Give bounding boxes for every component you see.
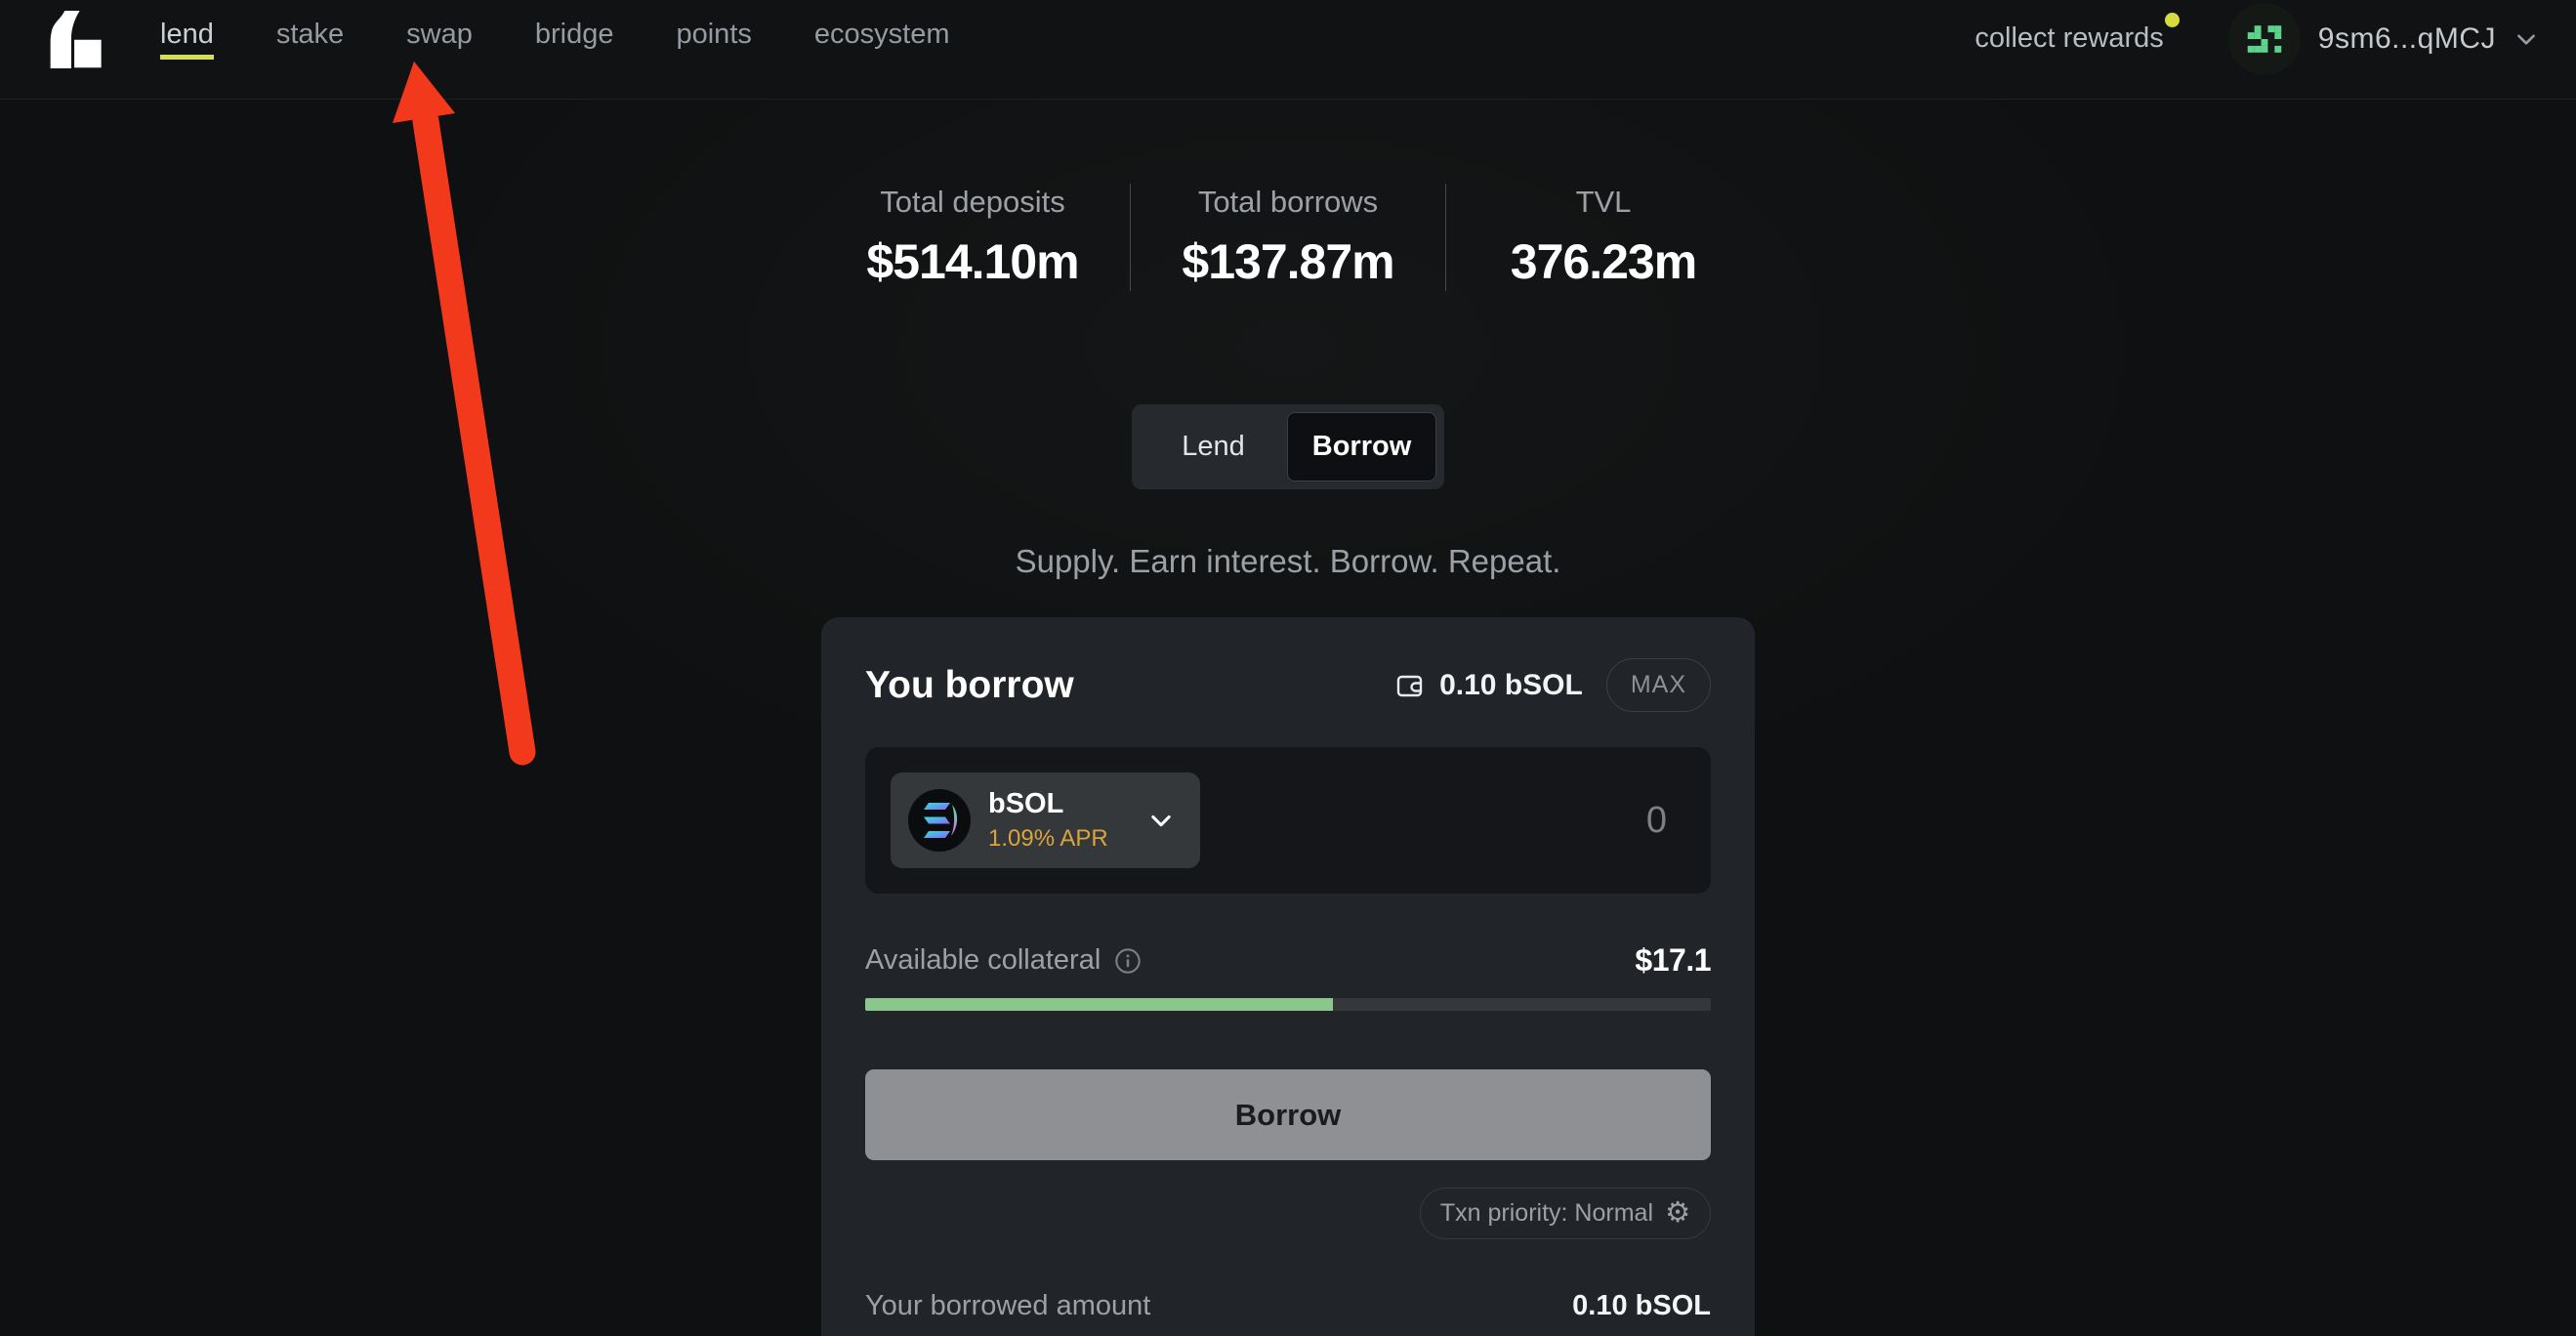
token-texts: bSOL 1.09% APR (988, 788, 1108, 852)
nav-item-stake[interactable]: stake (276, 18, 344, 61)
wallet-address: 9sm6...qMCJ (2318, 22, 2496, 56)
nav-item-lend[interactable]: lend (160, 18, 214, 61)
wallet-menu-button[interactable]: 9sm6...qMCJ (2228, 3, 2539, 75)
card-title: You borrow (865, 664, 1074, 707)
marginfi-logo-icon (35, 10, 104, 68)
collateral-progress-fill (865, 998, 1333, 1011)
borrowed-amount-row: Your borrowed amount 0.10 bSOL (865, 1290, 1711, 1322)
wallet-balance-group: 0.10 bSOL MAX (1394, 658, 1711, 712)
token-apr: 1.09% APR (988, 825, 1108, 853)
tagline: Supply. Earn interest. Borrow. Repeat. (0, 543, 2576, 580)
stat-label: TVL (1446, 185, 1761, 220)
stat-tvl: TVL 376.23m (1446, 185, 1761, 290)
borrow-card: You borrow 0.10 bSOL MAX (821, 617, 1755, 1336)
top-nav: lend stake swap bridge points ecosystem … (0, 0, 2576, 100)
txn-priority-row: Txn priority: Normal ⚙ (865, 1188, 1711, 1239)
collect-rewards-label: collect rewards (1974, 22, 2163, 54)
borrowed-amount-label: Your borrowed amount (865, 1290, 1150, 1322)
chevron-down-icon (1147, 807, 1175, 834)
wallet-identicon-icon (2242, 17, 2287, 62)
stat-total-borrows: Total borrows $137.87m (1131, 185, 1445, 290)
bsol-token-icon (908, 789, 971, 852)
wallet-avatar (2228, 3, 2301, 75)
stat-label: Total deposits (815, 185, 1130, 220)
available-collateral-value: $17.1 (1635, 942, 1711, 979)
stat-value: 376.23m (1446, 233, 1761, 290)
available-collateral-row: Available collateral $17.1 (865, 942, 1711, 979)
nav-item-points[interactable]: points (676, 18, 751, 61)
lend-borrow-toggle: Lend Borrow (1132, 404, 1444, 489)
nav-item-bridge[interactable]: bridge (535, 18, 614, 61)
available-collateral-text: Available collateral (865, 944, 1101, 977)
token-select-button[interactable]: bSOL 1.09% APR (891, 772, 1200, 868)
collateral-progress-track (865, 998, 1711, 1011)
tab-lend[interactable]: Lend (1140, 412, 1287, 481)
tab-borrow[interactable]: Borrow (1287, 412, 1436, 481)
nav-item-swap[interactable]: swap (406, 18, 473, 61)
amount-input[interactable]: 0 (1646, 800, 1667, 842)
borrow-button[interactable]: Borrow (865, 1069, 1711, 1160)
wallet-balance: 0.10 bSOL (1439, 669, 1583, 702)
stat-value: $514.10m (815, 233, 1130, 290)
nav-right: collect rewards (1974, 3, 2539, 75)
gear-icon: ⚙ (1665, 1199, 1690, 1228)
borrow-amount-input-box[interactable]: bSOL 1.09% APR 0 (865, 747, 1711, 894)
txn-priority-button[interactable]: Txn priority: Normal ⚙ (1420, 1188, 1711, 1239)
wallet-icon (1394, 670, 1426, 701)
nav-item-ecosystem[interactable]: ecosystem (814, 18, 950, 61)
chevron-down-icon (2514, 26, 2539, 52)
stat-value: $137.87m (1131, 233, 1445, 290)
app-root: lend stake swap bridge points ecosystem … (0, 0, 2576, 1336)
max-button[interactable]: MAX (1606, 658, 1711, 712)
card-header: You borrow 0.10 bSOL MAX (865, 658, 1711, 712)
rewards-notification-dot (2165, 13, 2180, 27)
info-icon[interactable] (1114, 947, 1142, 975)
available-collateral-label: Available collateral (865, 944, 1142, 977)
borrowed-amount-value: 0.10 bSOL (1572, 1290, 1711, 1322)
collect-rewards-link[interactable]: collect rewards (1974, 22, 2163, 55)
stat-label: Total borrows (1131, 185, 1445, 220)
main-nav: lend stake swap bridge points ecosystem (160, 18, 949, 61)
token-symbol: bSOL (988, 788, 1108, 820)
txn-priority-label: Txn priority: Normal (1440, 1199, 1653, 1228)
protocol-stats: Total deposits $514.10m Total borrows $1… (815, 184, 1761, 291)
marginfi-logo[interactable] (35, 10, 104, 68)
stat-total-deposits: Total deposits $514.10m (815, 185, 1130, 290)
